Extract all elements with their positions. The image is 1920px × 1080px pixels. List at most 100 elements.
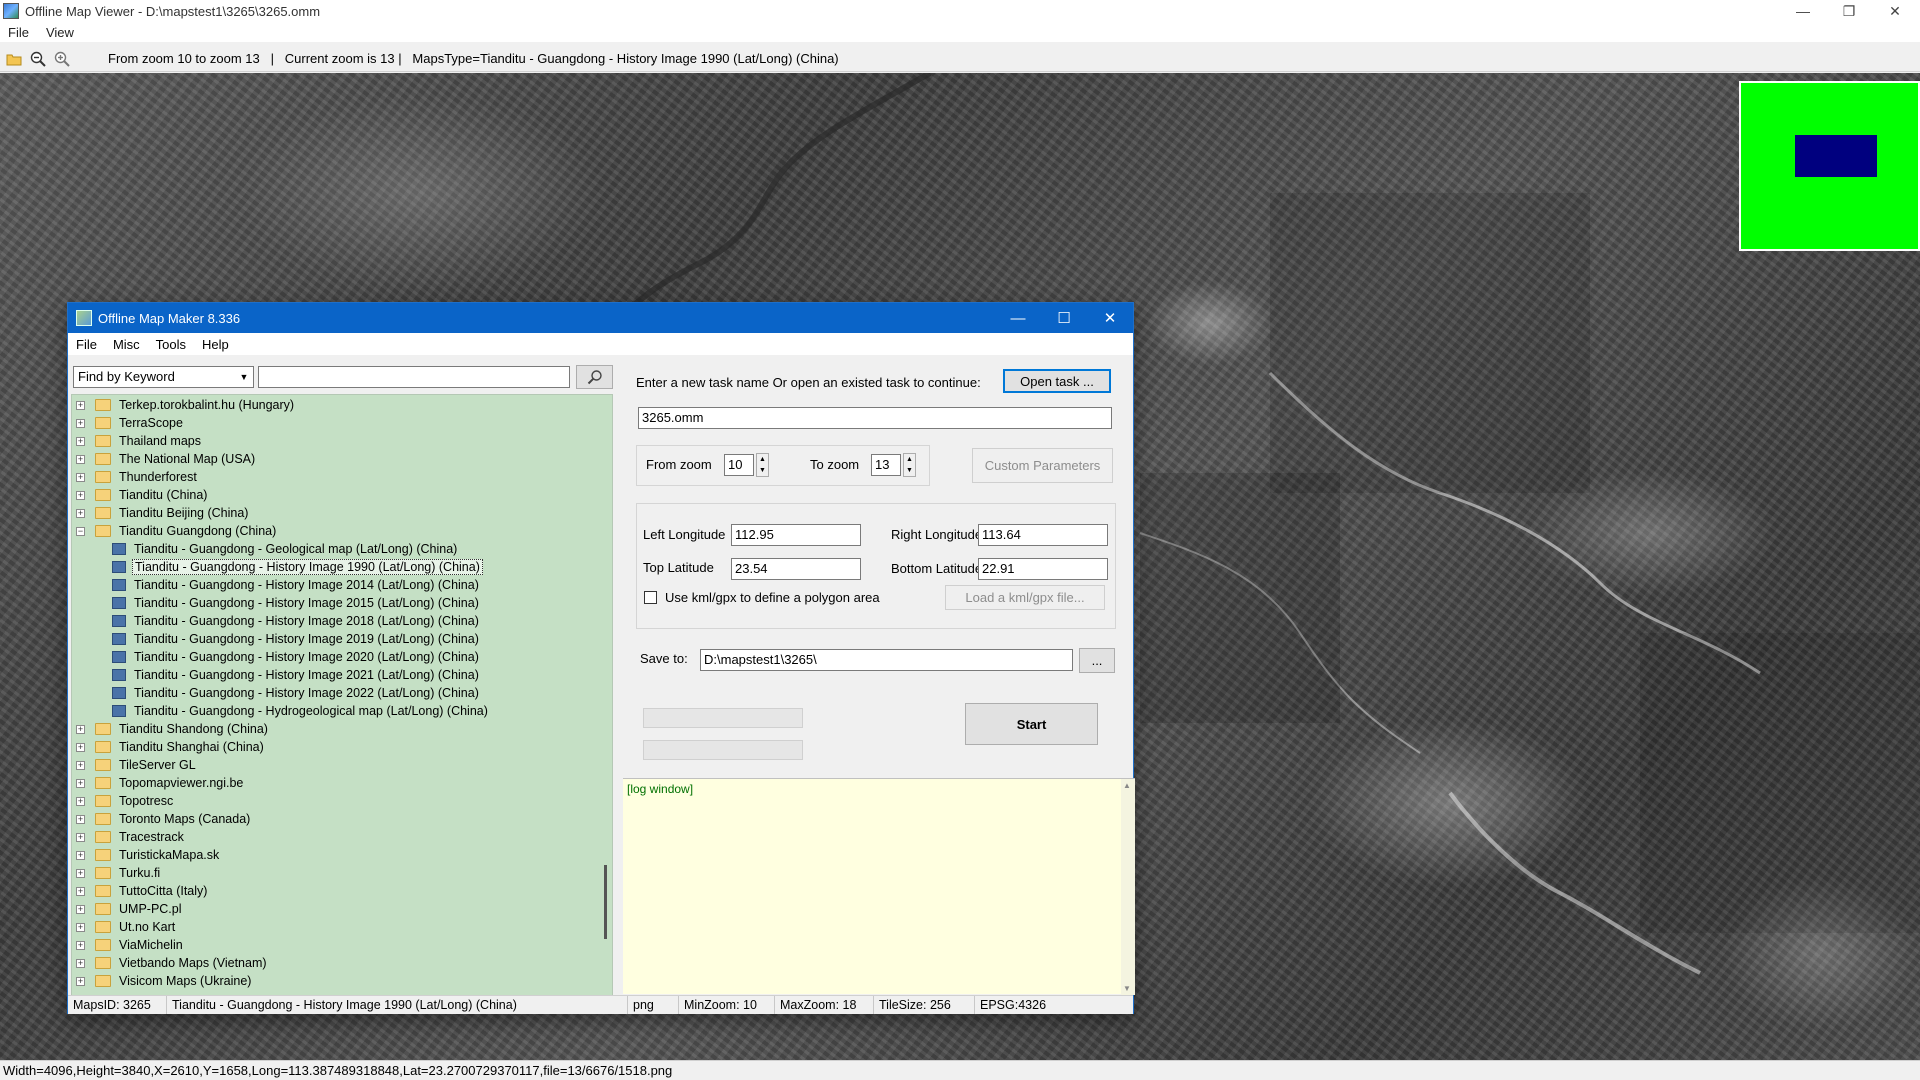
tree-map-item[interactable]: Tianditu - Guangdong - History Image 201…: [72, 594, 602, 612]
tree-folder-item[interactable]: − Tianditu Guangdong (China): [72, 522, 602, 540]
dialog-close-button[interactable]: ✕: [1087, 303, 1133, 333]
from-zoom-field[interactable]: 10: [724, 454, 754, 476]
from-zoom-stepper[interactable]: ▲ ▼: [756, 453, 769, 477]
spin-up-icon[interactable]: ▲: [904, 454, 915, 465]
expand-icon[interactable]: +: [76, 724, 85, 734]
expand-icon[interactable]: +: [76, 940, 85, 950]
tree-folder-item[interactable]: + Tianditu Beijing (China): [72, 504, 602, 522]
load-kml-button[interactable]: Load a kml/gpx file...: [945, 585, 1105, 610]
dialog-titlebar[interactable]: Offline Map Maker 8.336 — ☐ ✕: [68, 303, 1133, 333]
top-latitude-field[interactable]: 23.54: [731, 558, 861, 580]
dialog-menu-tools[interactable]: Tools: [148, 337, 194, 352]
expand-icon[interactable]: +: [76, 922, 85, 932]
expand-icon[interactable]: +: [76, 418, 85, 428]
dialog-menu-file[interactable]: File: [68, 337, 105, 352]
tree-folder-item[interactable]: + Vietbando Maps (Vietnam): [72, 954, 602, 972]
overview-viewport-rect[interactable]: [1795, 135, 1877, 177]
expand-icon[interactable]: +: [76, 508, 85, 518]
maps-tree[interactable]: + Terkep.torokbalint.hu (Hungary) + TerraSc…: [71, 394, 613, 997]
expand-icon[interactable]: +: [76, 778, 85, 788]
search-mode-select[interactable]: Find by Keyword ▼: [73, 366, 254, 388]
tree-map-item[interactable]: Tianditu - Guangdong - History Image 202…: [72, 666, 602, 684]
expand-icon[interactable]: +: [76, 832, 85, 842]
expand-icon[interactable]: +: [76, 868, 85, 878]
tree-folder-item[interactable]: + TerraScope: [72, 414, 602, 432]
expand-icon[interactable]: +: [76, 472, 85, 482]
menu-view[interactable]: View: [38, 25, 83, 40]
tree-map-item[interactable]: Tianditu - Guangdong - Hydrogeological m…: [72, 702, 602, 720]
tree-folder-item[interactable]: + Ut.no Kart: [72, 918, 602, 936]
tree-folder-item[interactable]: + Turku.fi: [72, 864, 602, 882]
tree-map-item[interactable]: Tianditu - Guangdong - History Image 202…: [72, 684, 602, 702]
to-zoom-field[interactable]: 13: [871, 454, 901, 476]
search-button[interactable]: [576, 365, 613, 389]
tree-scrollbar[interactable]: [600, 395, 612, 996]
to-zoom-stepper[interactable]: ▲ ▼: [903, 453, 916, 477]
spin-down-icon[interactable]: ▼: [904, 465, 915, 476]
scroll-up-icon[interactable]: ▲: [1123, 781, 1131, 790]
kml-checkbox-label[interactable]: Use kml/gpx to define a polygon area: [665, 590, 880, 605]
expand-icon[interactable]: +: [76, 796, 85, 806]
scroll-down-icon[interactable]: ▼: [1123, 984, 1131, 993]
expand-icon[interactable]: +: [76, 490, 85, 500]
log-scrollbar[interactable]: ▲ ▼: [1121, 779, 1135, 995]
overview-minimap[interactable]: [1739, 81, 1920, 251]
expand-icon[interactable]: +: [76, 436, 85, 446]
expand-icon[interactable]: +: [76, 454, 85, 464]
dialog-minimize-button[interactable]: —: [995, 303, 1041, 333]
menu-file[interactable]: File: [0, 25, 38, 40]
zoom-in-icon[interactable]: [52, 49, 72, 69]
tree-map-item[interactable]: Tianditu - Guangdong - History Image 201…: [72, 612, 602, 630]
tree-map-item[interactable]: Tianditu - Guangdong - History Image 202…: [72, 648, 602, 666]
close-button[interactable]: ✕: [1872, 0, 1918, 22]
tree-map-item[interactable]: Tianditu - Guangdong - History Image 201…: [72, 630, 602, 648]
expand-icon[interactable]: +: [76, 742, 85, 752]
tree-folder-item[interactable]: + Visicom Maps (Ukraine): [72, 972, 602, 990]
bottom-latitude-field[interactable]: 22.91: [978, 558, 1108, 580]
tree-folder-item[interactable]: + ViaMichelin: [72, 936, 602, 954]
expand-icon[interactable]: +: [76, 850, 85, 860]
expand-icon[interactable]: +: [76, 760, 85, 770]
tree-folder-item[interactable]: + Thunderforest: [72, 468, 602, 486]
start-button[interactable]: Start: [965, 703, 1098, 745]
tree-folder-item[interactable]: + The National Map (USA): [72, 450, 602, 468]
tree-folder-item[interactable]: + TuristickaMapa.sk: [72, 846, 602, 864]
tree-folder-item[interactable]: + Terkep.torokbalint.hu (Hungary): [72, 396, 602, 414]
kml-checkbox[interactable]: [644, 591, 657, 604]
tree-folder-item[interactable]: + Topotresc: [72, 792, 602, 810]
expand-icon[interactable]: +: [76, 814, 85, 824]
collapse-icon[interactable]: −: [76, 526, 85, 536]
custom-parameters-button[interactable]: Custom Parameters: [972, 448, 1113, 483]
spin-up-icon[interactable]: ▲: [757, 454, 768, 465]
search-input[interactable]: [258, 366, 570, 388]
tree-folder-item[interactable]: + Tianditu Shanghai (China): [72, 738, 602, 756]
expand-icon[interactable]: +: [76, 958, 85, 968]
log-window[interactable]: [log window] ▲ ▼: [623, 778, 1135, 995]
tree-folder-item[interactable]: + Thailand maps: [72, 432, 602, 450]
zoom-out-icon[interactable]: [28, 49, 48, 69]
spin-down-icon[interactable]: ▼: [757, 465, 768, 476]
left-longitude-field[interactable]: 112.95: [731, 524, 861, 546]
tree-folder-item[interactable]: + TuttoCitta (Italy): [72, 882, 602, 900]
tree-folder-item[interactable]: + Tianditu Shandong (China): [72, 720, 602, 738]
task-name-field[interactable]: 3265.omm: [638, 407, 1112, 429]
dialog-maximize-button[interactable]: ☐: [1041, 303, 1087, 333]
open-task-button[interactable]: Open task ...: [1003, 369, 1111, 393]
browse-button[interactable]: ...: [1079, 648, 1115, 673]
right-longitude-field[interactable]: 113.64: [978, 524, 1108, 546]
restore-button[interactable]: ❐: [1826, 0, 1872, 22]
expand-icon[interactable]: +: [76, 886, 85, 896]
tree-folder-item[interactable]: + Topomapviewer.ngi.be: [72, 774, 602, 792]
dialog-menu-help[interactable]: Help: [194, 337, 237, 352]
tree-scroll-thumb[interactable]: [604, 865, 607, 939]
tree-map-item[interactable]: Tianditu - Guangdong - History Image 199…: [72, 558, 602, 576]
tree-map-item[interactable]: Tianditu - Guangdong - Geological map (L…: [72, 540, 602, 558]
tree-folder-item[interactable]: + TileServer GL: [72, 756, 602, 774]
minimize-button[interactable]: —: [1780, 0, 1826, 22]
dialog-menu-misc[interactable]: Misc: [105, 337, 148, 352]
save-path-field[interactable]: D:\mapstest1\3265\: [700, 649, 1073, 671]
tree-folder-item[interactable]: + Tianditu (China): [72, 486, 602, 504]
tree-map-item[interactable]: Tianditu - Guangdong - History Image 201…: [72, 576, 602, 594]
tree-folder-item[interactable]: + UMP-PC.pl: [72, 900, 602, 918]
tree-folder-item[interactable]: + Tracestrack: [72, 828, 602, 846]
